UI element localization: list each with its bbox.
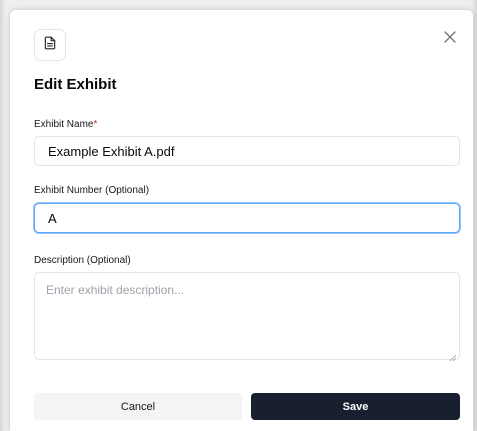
description-label: Description (Optional) <box>34 255 131 266</box>
file-text-icon <box>43 36 57 55</box>
description-textarea[interactable]: Enter exhibit description... <box>34 272 460 362</box>
exhibit-name-label-text: Exhibit Name <box>34 119 94 130</box>
window-backdrop: Edit Exhibit Exhibit Name* Example Exhib… <box>0 0 477 431</box>
file-icon-container <box>34 29 66 61</box>
exhibit-number-value: A <box>48 210 57 226</box>
description-placeholder: Enter exhibit description... <box>46 283 185 297</box>
close-icon <box>444 30 456 48</box>
cancel-button-label: Cancel <box>120 400 156 413</box>
cancel-button[interactable]: Cancel <box>34 393 242 420</box>
resize-grip-icon[interactable] <box>449 350 457 362</box>
required-marker: * <box>93 119 98 130</box>
dialog-title: Edit Exhibit <box>34 76 117 93</box>
edit-exhibit-dialog: Edit Exhibit Exhibit Name* Example Exhib… <box>10 10 473 431</box>
exhibit-number-label: Exhibit Number (Optional) <box>34 185 150 196</box>
save-button-label: Save <box>342 400 369 413</box>
exhibit-name-label: Exhibit Name* <box>34 119 97 130</box>
save-button[interactable]: Save <box>251 393 460 420</box>
exhibit-name-input[interactable]: Example Exhibit A.pdf <box>34 136 460 166</box>
close-button[interactable] <box>441 30 459 48</box>
exhibit-number-input[interactable]: A <box>34 203 460 233</box>
exhibit-name-value: Example Exhibit A.pdf <box>48 143 175 159</box>
